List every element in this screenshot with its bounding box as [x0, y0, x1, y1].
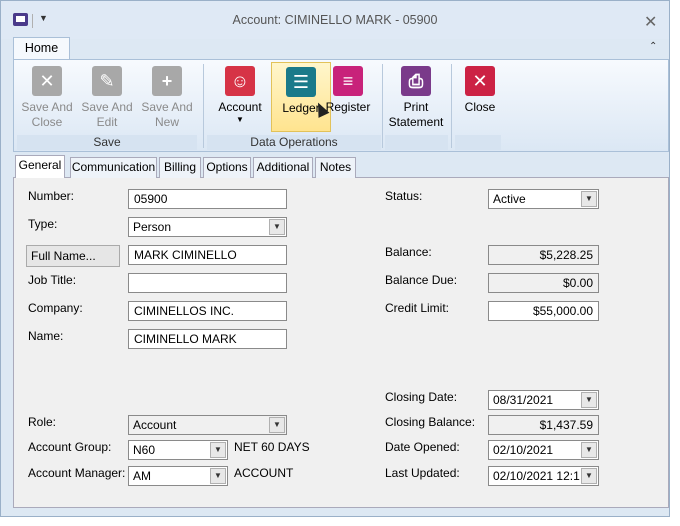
closing-date-label: Closing Date:: [385, 390, 458, 404]
balance-field: $5,228.25: [488, 245, 599, 265]
role-value: Account: [133, 418, 177, 432]
closing-date-value: 08/31/2021: [493, 393, 554, 407]
account-dropdown-icon: ▼: [236, 115, 244, 124]
save-and-edit-label: Save And Edit: [81, 100, 133, 129]
type-select[interactable]: Person ▼: [128, 217, 287, 237]
chevron-down-icon[interactable]: ▼: [581, 392, 597, 408]
tab-billing[interactable]: Billing: [159, 157, 201, 178]
last-updated-picker[interactable]: 02/10/2021 12:1 ▼: [488, 466, 599, 486]
ribbon-collapse-icon[interactable]: ⌃: [649, 41, 657, 52]
account-manager-label: Account Manager:: [28, 466, 126, 480]
account-group-label: Account Group:: [28, 440, 112, 454]
date-opened-value: 02/10/2021: [493, 443, 554, 457]
printer-icon: ⎙: [401, 66, 431, 96]
print-statement-button[interactable]: ⎙ Print Statement: [386, 62, 446, 132]
tab-options[interactable]: Options: [203, 157, 251, 178]
balance-label: Balance:: [385, 245, 432, 259]
chevron-down-icon[interactable]: ▼: [269, 417, 285, 433]
account-manager-select[interactable]: AM ▼: [128, 466, 228, 486]
company-field[interactable]: CIMINELLOS INC.: [128, 301, 287, 321]
save-new-icon: +: [152, 66, 182, 96]
ribbon: ✕ Save And Close ✎ Save And Edit + Save …: [13, 59, 669, 152]
close-icon: ✕: [465, 66, 495, 96]
ribbon-tab-home[interactable]: Home: [13, 37, 70, 60]
save-edit-icon: ✎: [92, 66, 122, 96]
date-opened-picker[interactable]: 02/10/2021 ▼: [488, 440, 599, 460]
account-icon: ☺: [225, 66, 255, 96]
chevron-down-icon[interactable]: ▼: [210, 468, 226, 484]
save-and-edit-button[interactable]: ✎ Save And Edit: [77, 62, 137, 132]
closing-date-picker[interactable]: 08/31/2021 ▼: [488, 390, 599, 410]
save-and-close-button[interactable]: ✕ Save And Close: [17, 62, 77, 132]
tab-notes[interactable]: Notes: [315, 157, 356, 178]
tab-communication[interactable]: Communication: [70, 157, 157, 178]
save-and-close-label: Save And Close: [21, 100, 73, 129]
account-group-description: NET 60 DAYS: [234, 440, 310, 454]
last-updated-label: Last Updated:: [385, 466, 460, 480]
account-label: Account: [218, 100, 262, 114]
register-icon: ≡: [333, 66, 363, 96]
ribbon-separator: [451, 64, 452, 148]
account-manager-description: ACCOUNT: [234, 466, 294, 480]
status-label: Status:: [385, 189, 423, 203]
register-label: Register: [325, 100, 371, 114]
credit-limit-label: Credit Limit:: [385, 301, 450, 315]
window-title: Account: CIMINELLO MARK - 05900: [232, 13, 438, 27]
role-label: Role:: [28, 415, 57, 429]
type-value: Person: [133, 220, 172, 234]
tab-additional[interactable]: Additional: [253, 157, 313, 178]
name-field[interactable]: CIMINELLO MARK: [128, 329, 287, 349]
job-title-field[interactable]: [128, 273, 287, 293]
chevron-down-icon[interactable]: ▼: [269, 219, 285, 235]
chevron-down-icon[interactable]: ▼: [581, 191, 597, 207]
name-label: Name:: [28, 329, 64, 343]
chevron-down-icon[interactable]: ▼: [581, 468, 597, 484]
full-name-button[interactable]: Full Name...: [26, 245, 120, 267]
balance-due-label: Balance Due:: [385, 273, 458, 287]
account-button[interactable]: ☺ Account ▼: [210, 62, 270, 132]
closing-balance-label: Closing Balance:: [385, 415, 476, 429]
account-window: ▼ Account: CIMINELLO MARK - 05900 ✕ Home…: [0, 0, 670, 517]
register-button[interactable]: ≡ Register: [318, 62, 378, 132]
job-title-label: Job Title:: [28, 273, 77, 287]
credit-limit-field[interactable]: $55,000.00: [488, 301, 599, 321]
form-tabs: General Communication Billing Options Ad…: [13, 155, 669, 179]
account-group-value: N60: [133, 443, 156, 457]
data-operations-group-label: Data Operations: [207, 135, 381, 150]
last-updated-value: 02/10/2021 12:1: [493, 469, 580, 483]
full-name-field[interactable]: MARK CIMINELLO: [128, 245, 287, 265]
close-label: Close: [464, 100, 496, 114]
save-close-icon: ✕: [32, 66, 62, 96]
chevron-down-icon[interactable]: ▼: [210, 442, 226, 458]
ribbon-separator: [382, 64, 383, 148]
window-close-icon[interactable]: ✕: [644, 12, 657, 32]
balance-due-field: $0.00: [488, 273, 599, 293]
general-panel: Number: 05900 Type: Person ▼ Full Name..…: [13, 178, 669, 508]
account-manager-value: AM: [133, 469, 151, 483]
save-and-new-label: Save And New: [141, 100, 193, 129]
number-field[interactable]: 05900: [128, 189, 287, 209]
role-select[interactable]: Account ▼: [128, 415, 287, 435]
print-statement-label: Print Statement: [388, 100, 444, 129]
chevron-down-icon[interactable]: ▼: [581, 442, 597, 458]
save-group-label: Save: [17, 135, 197, 150]
tab-general[interactable]: General: [15, 155, 65, 179]
account-group-select[interactable]: N60 ▼: [128, 440, 228, 460]
company-label: Company:: [28, 301, 83, 315]
number-label: Number:: [28, 189, 75, 203]
date-opened-label: Date Opened:: [385, 440, 460, 454]
title-bar: ▼ Account: CIMINELLO MARK - 05900 ✕: [1, 1, 669, 39]
ledger-icon: ☰: [286, 67, 316, 97]
save-and-new-button[interactable]: + Save And New: [137, 62, 197, 132]
close-group-label: [455, 135, 501, 150]
closing-balance-field: $1,437.59: [488, 415, 599, 435]
close-button[interactable]: ✕ Close: [454, 62, 506, 132]
type-label: Type:: [28, 217, 58, 231]
print-group-label: [385, 135, 448, 150]
status-select[interactable]: Active ▼: [488, 189, 599, 209]
ribbon-separator: [203, 64, 204, 148]
status-value: Active: [493, 192, 526, 206]
